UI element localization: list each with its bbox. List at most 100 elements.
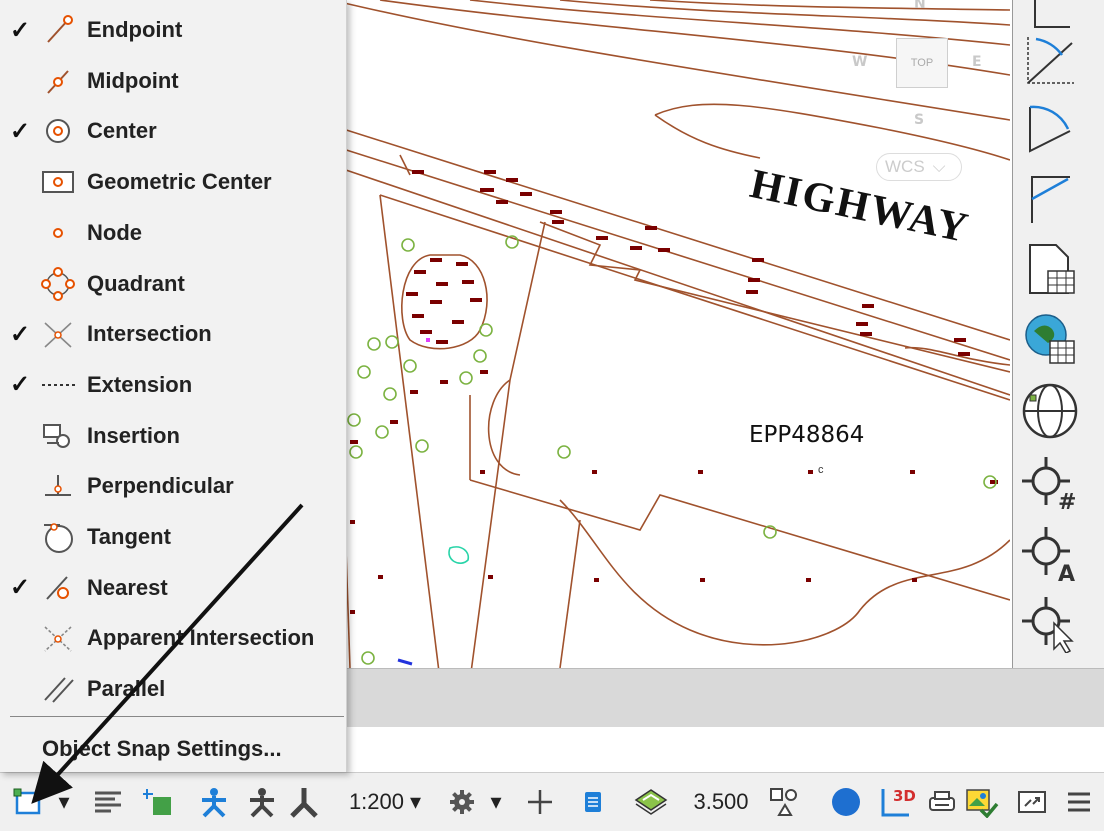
expand-icon xyxy=(1018,791,1046,813)
plot-button[interactable] xyxy=(924,773,960,831)
layers-icon xyxy=(634,789,668,815)
geolocation-button[interactable] xyxy=(1019,380,1081,442)
annotation-scale-dropdown[interactable]: 1:200 ▾ xyxy=(340,773,430,831)
chevron-down-icon: ▾ xyxy=(490,789,502,814)
status-bar: ▾ 1:200 ▾ ▾ 3.500 3D xyxy=(0,772,1104,831)
menu-item-insertion[interactable]: Insertion xyxy=(0,411,346,461)
menu-item-quadrant[interactable]: Quadrant xyxy=(0,259,346,309)
nearest-icon xyxy=(40,570,76,606)
perpendicular-icon xyxy=(40,468,76,504)
workspace-dropdown[interactable]: ▾ xyxy=(484,773,508,831)
menu-item-label: Extension xyxy=(87,371,193,397)
annotation-scale-toggle[interactable] xyxy=(284,773,324,831)
checkmark-icon: ✓ xyxy=(10,16,31,44)
quick-properties-toggle[interactable] xyxy=(576,773,610,831)
node-icon xyxy=(40,215,76,251)
viewcube-top-face[interactable]: TOP xyxy=(896,38,948,88)
menu-item-label: Quadrant xyxy=(87,270,185,296)
dimension-icon xyxy=(1034,0,1070,28)
menu-item-label: Insertion xyxy=(87,422,180,448)
transparency-toggle[interactable] xyxy=(136,773,180,831)
menu-item-parallel[interactable]: Parallel xyxy=(0,664,346,714)
menu-item-perpendicular[interactable]: Perpendicular xyxy=(0,461,346,511)
object-snap-icon xyxy=(13,788,41,815)
annotation-person-icon xyxy=(250,788,274,818)
radius-dimension-button[interactable] xyxy=(1019,166,1081,228)
arc-dimension-icon xyxy=(1029,105,1071,153)
menu-item-label: Geometric Center xyxy=(87,169,272,195)
checkmark-icon: ✓ xyxy=(10,320,31,348)
chevron-down-icon: ▾ xyxy=(410,789,422,814)
3d-object-snap-toggle[interactable]: 3D xyxy=(876,773,920,831)
viewcube-west[interactable]: W xyxy=(852,54,867,70)
object-snap-menu: Object Snap Settings... ✓ Endpoint Midpoin… xyxy=(0,0,347,772)
object-snap-dropdown[interactable]: ▾ xyxy=(52,773,76,831)
menu-item-label: Midpoint xyxy=(87,67,179,93)
selection-cycling-toggle[interactable] xyxy=(764,773,804,831)
menu-item-label: Intersection xyxy=(87,321,212,347)
menu-item-intersection[interactable]: ✓ Intersection xyxy=(0,309,346,359)
viewcube-north[interactable]: N xyxy=(914,0,926,12)
hamburger-menu-icon xyxy=(1068,792,1090,812)
image-check-icon xyxy=(966,789,999,818)
annotation-monitor-button[interactable] xyxy=(520,773,560,831)
snap-text-button[interactable]: A xyxy=(1019,522,1081,584)
geo-data-table-button[interactable] xyxy=(1019,308,1081,370)
menu-item-center[interactable]: ✓ Center xyxy=(0,106,346,156)
annotation-person-blue-icon xyxy=(202,788,226,818)
hardware-acceleration-toggle[interactable] xyxy=(826,773,866,831)
menu-item-apparent-intersection[interactable]: Apparent Intersection xyxy=(0,613,346,663)
workspace-button[interactable] xyxy=(444,773,480,831)
quadrant-icon xyxy=(40,266,76,302)
menu-item-geometric-center[interactable]: Geometric Center xyxy=(0,157,346,207)
3d-snap-icon: 3D xyxy=(881,787,916,817)
checkmark-icon: ✓ xyxy=(10,117,31,145)
chevron-down-icon: ▾ xyxy=(58,789,70,814)
fullscreen-toggle[interactable] xyxy=(1010,773,1054,831)
lineweight-icon xyxy=(95,791,121,813)
globe-grid-icon xyxy=(1022,383,1078,439)
checkmark-icon: ✓ xyxy=(10,574,31,602)
angular-dimension-button[interactable] xyxy=(1019,30,1081,92)
wcs-dropdown[interactable]: WCS ⌵ xyxy=(876,153,962,181)
snap-target-cursor-icon xyxy=(1022,597,1074,653)
insertion-icon xyxy=(40,418,76,454)
svg-text:#: # xyxy=(1058,490,1076,513)
right-toolbar: # A xyxy=(1012,0,1104,668)
menu-item-label: Apparent Intersection xyxy=(87,625,315,651)
tangent-icon xyxy=(40,519,76,555)
viewcube-south[interactable]: S xyxy=(914,112,924,128)
table-icon xyxy=(1029,244,1075,294)
snap-select-button[interactable] xyxy=(1019,592,1081,654)
lineweight-value[interactable]: 3.500 xyxy=(686,773,756,831)
menu-item-nearest[interactable]: ✓ Nearest xyxy=(0,563,346,613)
geometric-center-icon xyxy=(40,164,76,200)
extension-icon xyxy=(40,367,76,403)
menu-item-tangent[interactable]: Tangent xyxy=(0,512,346,562)
menu-item-node[interactable]: Node xyxy=(0,208,346,258)
selection-cycling-icon xyxy=(770,788,797,816)
menu-item-label: Endpoint xyxy=(87,17,183,42)
customization-menu-button[interactable] xyxy=(1060,773,1098,831)
angular-dimension-icon xyxy=(1027,37,1074,84)
annotation-scale-value: 1:200 xyxy=(348,789,404,814)
menu-item-extension[interactable]: ✓ Extension xyxy=(0,360,346,410)
object-snap-toggle[interactable] xyxy=(8,773,48,831)
viewcube-east[interactable]: E xyxy=(972,54,982,70)
menu-item-midpoint[interactable]: Midpoint xyxy=(0,56,346,106)
drawing-status-button[interactable] xyxy=(962,773,1002,831)
parallel-icon xyxy=(40,671,76,707)
annotation-visibility-toggle[interactable] xyxy=(194,773,234,831)
object-snap-settings-item[interactable]: Object Snap Settings... xyxy=(42,736,282,762)
lineweight-value-text: 3.500 xyxy=(693,789,749,814)
arc-dimension-button[interactable] xyxy=(1019,98,1081,160)
isolate-objects-button[interactable] xyxy=(628,773,674,831)
lineweight-toggle[interactable] xyxy=(86,773,130,831)
auto-scale-toggle[interactable] xyxy=(240,773,280,831)
check-circle-icon xyxy=(832,788,860,816)
gear-icon xyxy=(450,790,474,814)
menu-item-endpoint[interactable]: ✓ Endpoint xyxy=(0,5,346,55)
table-button[interactable] xyxy=(1019,238,1081,300)
snap-settings-grid-button[interactable]: # xyxy=(1019,452,1081,514)
menu-item-label: Tangent xyxy=(87,524,171,549)
